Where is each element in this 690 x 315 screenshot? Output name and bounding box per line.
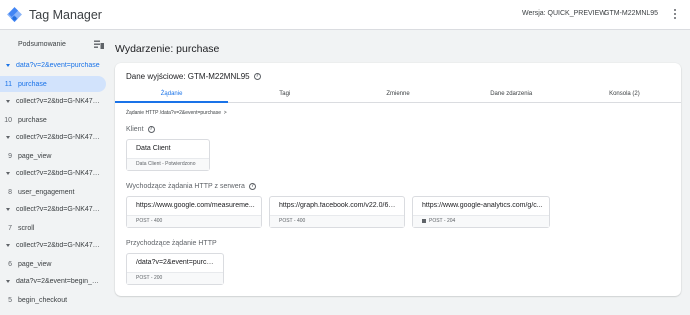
outgoing-request-card[interactable]: https://graph.facebook.com/v22.0/64... P… xyxy=(269,196,405,228)
chevron-down-icon xyxy=(6,243,10,247)
card-status: Data Client - Potwierdzono xyxy=(127,158,209,170)
card-status: POST - 204 xyxy=(413,215,549,227)
tab-tags[interactable]: Tagi xyxy=(228,85,341,102)
card-status: POST - 400 xyxy=(270,215,404,227)
card-status: POST - 200 xyxy=(127,272,223,284)
chevron-down-icon xyxy=(6,99,10,103)
card-title: https://www.google.com/measureme... xyxy=(136,202,255,209)
event-request-header[interactable]: collect?v=2&tid=G-NK473... xyxy=(0,130,108,144)
card-title: /data?v=2&event=purchase xyxy=(136,259,217,266)
event-request-header[interactable]: collect?v=2&tid=G-NK473... xyxy=(0,238,108,252)
outgoing-request-card[interactable]: https://www.google-analytics.com/g/c... … xyxy=(412,196,550,228)
outgoing-request-card[interactable]: https://www.google.com/measureme... POST… xyxy=(126,196,262,228)
event-item[interactable]: 10 purchase xyxy=(0,112,108,128)
event-item[interactable]: 8 user_engagement xyxy=(0,184,108,200)
incoming-section-label: Przychodzące żądanie HTTP xyxy=(126,240,217,247)
tag-manager-logo-icon xyxy=(7,7,22,22)
more-options-icon[interactable] xyxy=(671,7,679,23)
tab-request[interactable]: Żądanie xyxy=(115,85,229,103)
output-panel: Dane wyjściowe: GTM-M22MNL95 ? Żądanie T… xyxy=(115,63,681,296)
chevron-down-icon xyxy=(6,279,10,283)
page-title: Wydarzenie: purchase xyxy=(115,43,220,55)
event-group: collect?v=2&tid=G-NK473... 8 user_engagem… xyxy=(0,166,108,200)
version-label: Wersja: QUICK_PREVIEW xyxy=(522,10,606,17)
chevron-down-icon xyxy=(6,135,10,139)
event-request-header[interactable]: collect?v=2&tid=G-NK473... xyxy=(0,202,108,216)
event-request-header[interactable]: collect?v=2&tid=G-NK473... xyxy=(0,166,108,180)
tab-variables[interactable]: Zmienne xyxy=(341,85,454,102)
panel-title: Dane wyjściowe: GTM-M22MNL95 ? xyxy=(126,72,261,81)
app-title: Tag Manager xyxy=(29,8,102,22)
card-status: POST - 400 xyxy=(127,215,261,227)
top-bar: Tag Manager Wersja: QUICK_PREVIEW GTM-M2… xyxy=(0,0,690,30)
card-title: Data Client xyxy=(136,145,171,152)
tab-event-data[interactable]: Dane zdarzenia xyxy=(455,85,568,102)
help-icon[interactable]: ? xyxy=(253,73,261,80)
client-card[interactable]: Data Client Data Client - Potwierdzono xyxy=(126,139,210,171)
event-request-header[interactable]: data?v=2&event=purchase xyxy=(0,58,108,72)
card-title: https://www.google-analytics.com/g/c... xyxy=(422,202,543,209)
event-request-header[interactable]: data?v=2&event=begin_ch... xyxy=(0,274,108,288)
event-item[interactable]: 9 page_view xyxy=(0,148,108,164)
container-id-label: GTM-M22MNL95 xyxy=(604,10,659,17)
event-item-selected[interactable]: 11 purchase xyxy=(0,76,106,92)
event-group: data?v=2&event=begin_ch... 5 begin_checko… xyxy=(0,274,108,308)
sidebar: Podsumowanie data?v=2&event=purchase 11 p… xyxy=(0,31,108,315)
help-icon[interactable]: ? xyxy=(147,126,155,133)
event-item[interactable]: 6 page_view xyxy=(0,256,108,272)
event-group: data?v=2&event=purchase 11 purchase xyxy=(0,58,108,92)
event-group: collect?v=2&tid=G-NK473... 10 purchase xyxy=(0,94,108,128)
event-request-header[interactable]: collect?v=2&tid=G-NK473... xyxy=(0,94,108,108)
chevron-down-icon xyxy=(6,171,10,175)
event-group: collect?v=2&tid=G-NK473... 9 page_view xyxy=(0,130,108,164)
tab-bar: Żądanie Tagi Zmienne Dane zdarzenia Kons… xyxy=(115,85,681,103)
chevron-down-icon xyxy=(6,63,10,67)
event-group: collect?v=2&tid=G-NK473... 7 scroll xyxy=(0,202,108,236)
breadcrumb-arrow-icon: > xyxy=(223,110,227,116)
card-title: https://graph.facebook.com/v22.0/64... xyxy=(279,202,398,209)
tab-console[interactable]: Konsola (2) xyxy=(568,85,681,102)
breadcrumb[interactable]: Żądanie HTTP /data?v=2&event=purchase > xyxy=(126,110,227,116)
chevron-down-icon xyxy=(6,207,10,211)
google-icon xyxy=(422,218,426,223)
breadcrumb-text: Żądanie HTTP /data?v=2&event=purchase xyxy=(126,110,221,116)
event-item[interactable]: 7 scroll xyxy=(0,220,108,236)
help-icon[interactable]: ? xyxy=(248,183,256,190)
client-section-label: Klient ? xyxy=(126,126,155,133)
clear-list-icon[interactable] xyxy=(94,40,104,49)
event-item[interactable]: 5 begin_checkout xyxy=(0,292,108,308)
outgoing-section-label: Wychodzące żądania HTTP z serwera ? xyxy=(126,183,256,190)
summary-link[interactable]: Podsumowanie xyxy=(18,41,66,48)
event-group: collect?v=2&tid=G-NK473... 6 page_view xyxy=(0,238,108,272)
incoming-request-card[interactable]: /data?v=2&event=purchase POST - 200 xyxy=(126,253,224,285)
